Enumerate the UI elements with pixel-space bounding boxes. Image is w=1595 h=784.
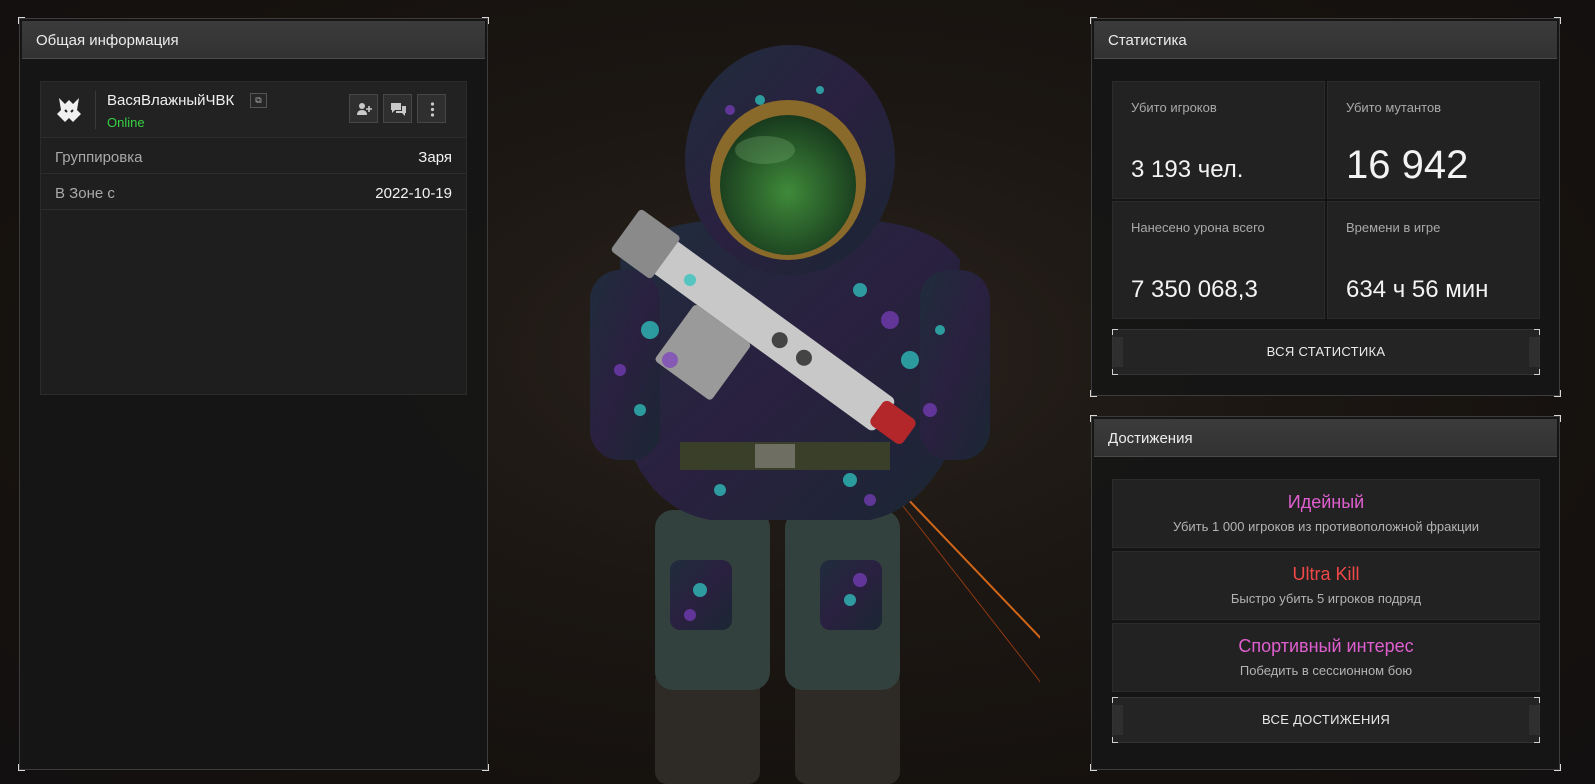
all-achievements-label: ВСЕ ДОСТИЖЕНИЯ bbox=[1261, 712, 1391, 727]
achievement-desc: Победить в сессионном бою bbox=[1239, 663, 1413, 678]
add-friend-button[interactable] bbox=[349, 94, 378, 123]
player-character-model bbox=[590, 45, 1040, 784]
player-profile-card: ВасяВлажныйЧВК ⧉ Online Группировка Заря… bbox=[40, 81, 467, 395]
stat-value: 634 ч 56 мин bbox=[1346, 276, 1489, 303]
all-statistics-label: ВСЯ СТАТИСТИКА bbox=[1266, 344, 1386, 359]
add-friend-icon bbox=[357, 103, 372, 115]
stat-label: Убито игроков bbox=[1131, 100, 1217, 115]
achievements-panel: Достижения Идейный Убить 1 000 игроков и… bbox=[1090, 415, 1561, 771]
stat-mutants-killed: Убито мутантов 16 942 bbox=[1327, 81, 1540, 199]
stats-grid: Убито игроков 3 193 чел. Убито мутантов … bbox=[1112, 81, 1540, 319]
general-info-panel: Общая информация ВасяВлажныйЧВК ⧉ Online bbox=[18, 17, 489, 771]
stat-value: 3 193 чел. bbox=[1131, 156, 1244, 183]
faction-row: Группировка Заря bbox=[41, 140, 466, 174]
stat-label: Нанесено урона всего bbox=[1131, 220, 1265, 235]
achievements-title: Достижения bbox=[1094, 419, 1557, 457]
zone-since-label: В Зоне с bbox=[55, 185, 115, 202]
stat-players-killed: Убито игроков 3 193 чел. bbox=[1112, 81, 1325, 199]
chat-button[interactable] bbox=[383, 94, 412, 123]
achievement-desc: Быстро убить 5 игроков подряд bbox=[1230, 591, 1422, 606]
stat-value: 16 942 bbox=[1346, 143, 1469, 187]
achievement-title: Идейный bbox=[1287, 492, 1365, 512]
general-info-title: Общая информация bbox=[22, 21, 485, 59]
stat-damage-dealt: Нанесено урона всего 7 350 068,3 bbox=[1112, 201, 1325, 319]
more-vertical-icon bbox=[430, 102, 435, 117]
statistics-title: Статистика bbox=[1094, 21, 1557, 59]
achievement-item[interactable]: Идейный Убить 1 000 игроков из противопо… bbox=[1112, 479, 1540, 548]
stat-time-played: Времени в игре 634 ч 56 мин bbox=[1327, 201, 1540, 319]
faction-label: Группировка bbox=[55, 149, 143, 166]
all-achievements-button[interactable]: ВСЕ ДОСТИЖЕНИЯ bbox=[1112, 697, 1540, 743]
player-header: ВасяВлажныйЧВК ⧉ Online bbox=[41, 82, 466, 138]
zone-since-row: В Зоне с 2022-10-19 bbox=[41, 176, 466, 210]
copy-icon[interactable]: ⧉ bbox=[250, 93, 267, 108]
player-nickname: ВасяВлажныйЧВК bbox=[107, 92, 235, 109]
achievement-item[interactable]: Спортивный интерес Победить в сессионном… bbox=[1112, 623, 1540, 692]
stat-label: Убито мутантов bbox=[1346, 100, 1442, 115]
achievement-title: Ultra Kill bbox=[1292, 564, 1360, 584]
chat-icon bbox=[391, 103, 406, 116]
all-statistics-button[interactable]: ВСЯ СТАТИСТИКА bbox=[1112, 329, 1540, 375]
faction-value: Заря bbox=[418, 149, 452, 166]
achievement-desc: Убить 1 000 игроков из противоположной ф… bbox=[1172, 519, 1480, 534]
statistics-panel: Статистика Убито игроков 3 193 чел. Убит… bbox=[1090, 17, 1561, 397]
stat-value: 7 350 068,3 bbox=[1131, 276, 1258, 303]
more-options-button[interactable] bbox=[417, 94, 446, 123]
stat-label: Времени в игре bbox=[1346, 220, 1441, 235]
achievement-title: Спортивный интерес bbox=[1238, 636, 1414, 656]
achievement-item[interactable]: Ultra Kill Быстро убить 5 игроков подряд bbox=[1112, 551, 1540, 620]
faction-wolf-icon bbox=[57, 98, 81, 122]
achievements-list: Идейный Убить 1 000 игроков из противопо… bbox=[1112, 479, 1540, 695]
online-status: Online bbox=[107, 115, 145, 130]
zone-since-value: 2022-10-19 bbox=[375, 185, 452, 202]
